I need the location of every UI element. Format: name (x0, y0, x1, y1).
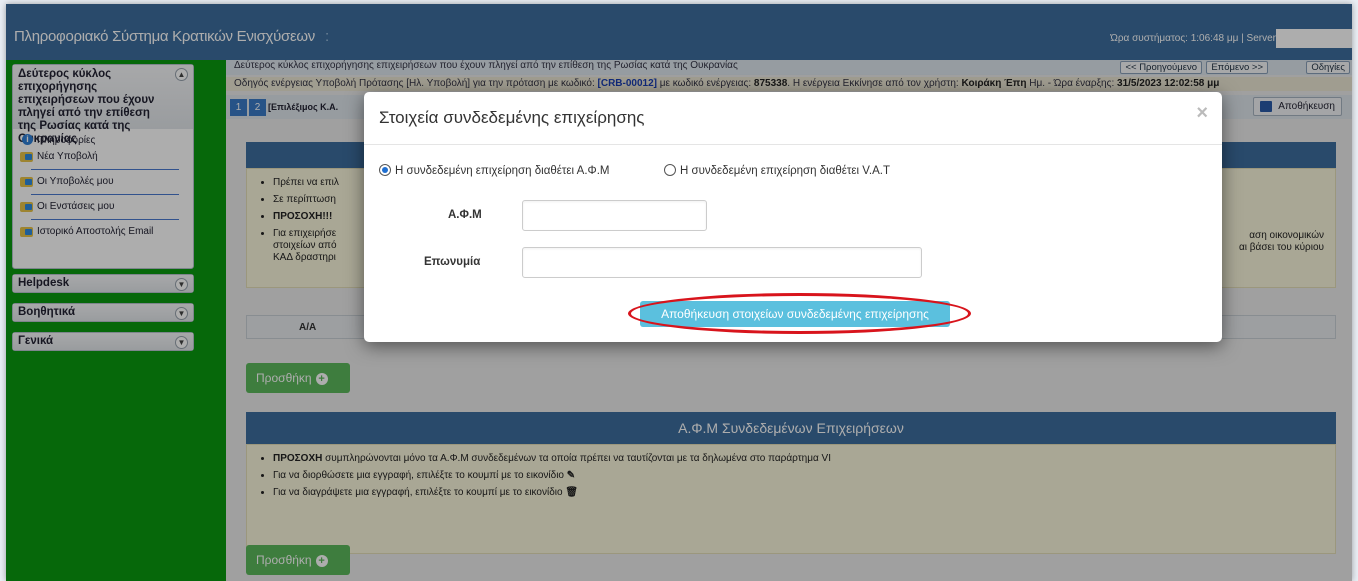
radio-label: Η συνδεδεμένη επιχείρηση διαθέτει V.A.T (680, 165, 890, 177)
radio-label: Η συνδεδεμένη επιχείρηση διαθέτει Α.Φ.Μ (395, 165, 610, 177)
radio-has-afm[interactable]: Η συνδεδεμένη επιχείρηση διαθέτει Α.Φ.Μ (379, 164, 609, 177)
radio-button[interactable] (664, 164, 676, 176)
afm-input[interactable] (522, 200, 707, 231)
company-name-input[interactable] (522, 247, 922, 278)
company-name-label: Επωνυμία (424, 256, 481, 268)
save-linked-company-button[interactable]: Αποθήκευση στοιχείων συνδεδεμένης επιχεί… (640, 301, 950, 327)
afm-label: Α.Φ.Μ (448, 209, 482, 221)
app-window: Πληροφοριακό Σύστημα Κρατικών Ενισχύσεων… (6, 4, 1352, 581)
radio-button-checked[interactable] (379, 164, 391, 176)
close-icon[interactable]: × (1196, 102, 1208, 125)
modal-header: Στοιχεία συνδεδεμένης επιχείρησης × (364, 92, 1222, 145)
modal-title: Στοιχεία συνδεδεμένης επιχείρησης (379, 108, 645, 127)
linked-company-modal: Στοιχεία συνδεδεμένης επιχείρησης × Η συ… (364, 92, 1222, 342)
radio-has-vat[interactable]: Η συνδεδεμένη επιχείρηση διαθέτει V.A.T (664, 164, 890, 177)
